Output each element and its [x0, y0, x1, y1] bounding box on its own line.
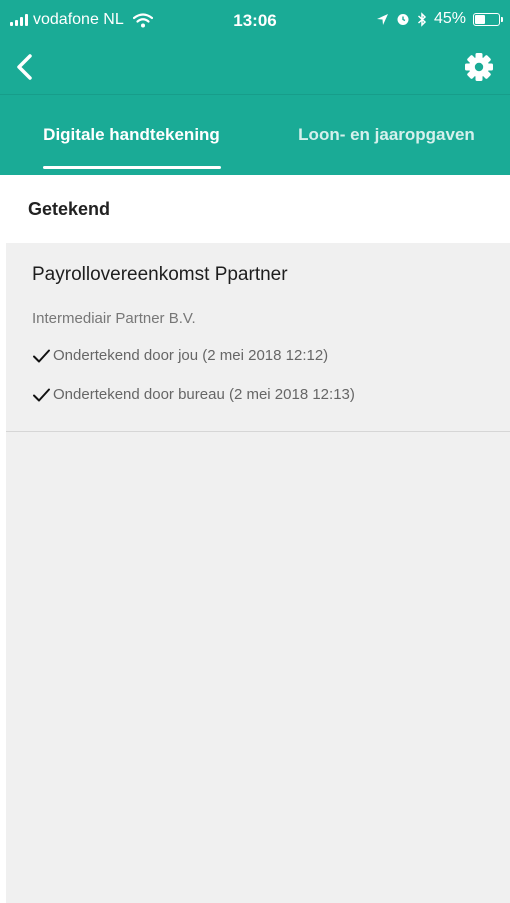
- document-title: Payrollovereenkomst Ppartner: [32, 264, 288, 285]
- tab-bar: Digitale handtekening Loon- en jaaropgav…: [0, 95, 510, 175]
- document-company: Intermediair Partner B.V.: [32, 310, 196, 327]
- check-icon: [33, 388, 50, 401]
- settings-button[interactable]: [462, 50, 496, 84]
- location-icon: [376, 13, 388, 25]
- battery-level: [475, 14, 485, 24]
- active-tab-indicator: [43, 166, 221, 169]
- battery-icon: [473, 12, 503, 26]
- nav-bar: [0, 40, 510, 94]
- status-bar: vodafone NL 13:06 45%: [0, 0, 510, 40]
- battery-percent: 45%: [433, 10, 466, 27]
- status-right: 45%: [376, 10, 503, 28]
- section-title: Getekend: [28, 199, 111, 219]
- app-header: vodafone NL 13:06 45% Digitale handteken…: [0, 0, 510, 175]
- back-button[interactable]: [10, 48, 46, 86]
- document-card[interactable]: Payrollovereenkomst Ppartner Intermediai…: [6, 243, 510, 432]
- signature-text: Ondertekend door bureau (2 mei 2018 12:1…: [53, 386, 355, 403]
- section-header: Getekend: [0, 175, 510, 243]
- signature-text: Ondertekend door jou (2 mei 2018 12:12): [53, 347, 329, 364]
- tab-digitale-handtekening[interactable]: Digitale handtekening: [0, 95, 263, 175]
- gear-icon: [465, 53, 493, 81]
- signature-line-user: Ondertekend door jou (2 mei 2018 12:12): [32, 347, 328, 364]
- check-icon: [33, 349, 50, 362]
- bluetooth-icon: [417, 11, 427, 27]
- tab-loon-en-jaaropgaven[interactable]: Loon- en jaaropgaven: [263, 95, 510, 175]
- alarm-icon: [397, 14, 409, 25]
- signature-line-bureau: Ondertekend door bureau (2 mei 2018 12:1…: [32, 386, 355, 403]
- chevron-left-icon: [17, 54, 32, 80]
- document-list: Payrollovereenkomst Ppartner Intermediai…: [6, 243, 510, 903]
